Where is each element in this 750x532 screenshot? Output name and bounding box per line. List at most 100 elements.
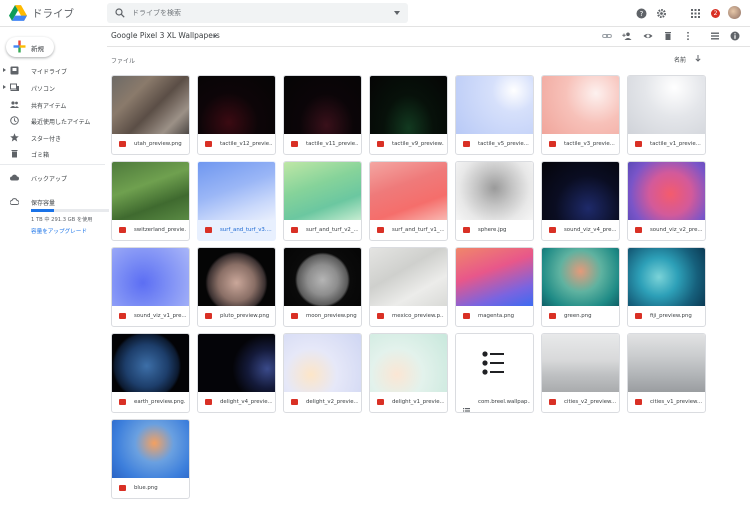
file-thumbnail[interactable] xyxy=(112,420,189,478)
link-icon[interactable] xyxy=(602,31,612,41)
file-card[interactable]: sound_viz_v4_pre... xyxy=(541,161,620,241)
sidebar-item-trash[interactable]: ゴミ箱 xyxy=(0,146,105,161)
new-button[interactable]: 新規 xyxy=(6,37,54,57)
file-name: blue.png xyxy=(134,485,158,491)
file-thumbnail[interactable] xyxy=(198,76,275,134)
image-file-icon xyxy=(291,227,298,233)
file-card[interactable]: tactile_v1_previe... xyxy=(627,75,706,155)
file-card[interactable]: delight_v1_previe... xyxy=(369,333,448,413)
sidebar-item-recent[interactable]: 最近使用したアイテム xyxy=(0,113,105,128)
file-card[interactable]: surf_and_turf_v1_... xyxy=(369,161,448,241)
file-thumbnail[interactable] xyxy=(370,162,447,220)
file-card[interactable]: mexico_preview.p... xyxy=(369,247,448,327)
file-thumbnail[interactable] xyxy=(370,248,447,306)
file-card[interactable]: com.breel.wallpap... xyxy=(455,333,534,413)
file-thumbnail[interactable] xyxy=(628,248,705,306)
file-caption: mexico_preview.p... xyxy=(370,306,447,326)
file-thumbnail[interactable] xyxy=(456,248,533,306)
file-card[interactable]: tactile_v9_preview... xyxy=(369,75,448,155)
file-card[interactable]: surf_and_turf_v2_... xyxy=(283,161,362,241)
file-card[interactable]: blue.png xyxy=(111,419,190,499)
file-thumbnail[interactable] xyxy=(542,248,619,306)
my-drive-icon xyxy=(10,66,19,75)
file-card[interactable]: cities_v1_preview... xyxy=(627,333,706,413)
file-thumbnail[interactable] xyxy=(112,162,189,220)
file-thumbnail[interactable] xyxy=(112,248,189,306)
file-thumbnail[interactable] xyxy=(542,334,619,392)
image-file-icon xyxy=(119,399,126,405)
apps-grid-icon[interactable] xyxy=(690,8,701,19)
sidebar-item-backup[interactable]: バックアップ xyxy=(0,170,105,185)
file-card[interactable]: tactile_v11_previe... xyxy=(283,75,362,155)
file-thumbnail[interactable] xyxy=(198,248,275,306)
file-thumbnail[interactable] xyxy=(284,334,361,392)
info-icon[interactable] xyxy=(730,31,740,41)
image-file-icon xyxy=(549,313,556,319)
sidebar-item-computers[interactable]: パソコン xyxy=(0,80,105,95)
sidebar-item-starred[interactable]: スター付き xyxy=(0,130,105,145)
expand-arrow-icon[interactable] xyxy=(3,68,6,72)
file-card[interactable]: magenta.png xyxy=(455,247,534,327)
settings-icon[interactable] xyxy=(656,8,667,19)
add-person-icon[interactable] xyxy=(622,31,632,41)
drive-logo-icon[interactable] xyxy=(9,5,27,21)
preview-eye-icon[interactable] xyxy=(643,31,653,41)
file-thumbnail[interactable] xyxy=(198,162,275,220)
file-card[interactable]: fiji_preview.png xyxy=(627,247,706,327)
file-card[interactable]: delight_v2_previe... xyxy=(283,333,362,413)
file-card[interactable]: utah_preview.png xyxy=(111,75,190,155)
sort-direction-icon[interactable] xyxy=(694,54,702,62)
file-card[interactable]: earth_preview.png... xyxy=(111,333,190,413)
more-options-icon[interactable] xyxy=(683,31,693,41)
image-file-icon xyxy=(291,399,298,405)
expand-arrow-icon[interactable] xyxy=(3,85,6,89)
file-card[interactable]: delight_v4_previe... xyxy=(197,333,276,413)
notification-badge[interactable]: 2 xyxy=(711,9,720,18)
file-thumbnail[interactable] xyxy=(370,76,447,134)
file-thumbnail[interactable] xyxy=(628,334,705,392)
help-icon[interactable]: ? xyxy=(636,8,647,19)
search-input[interactable]: ドライブを検索 xyxy=(132,8,181,18)
file-card[interactable]: cities_v2_preview... xyxy=(541,333,620,413)
trash-icon[interactable] xyxy=(663,31,673,41)
file-thumbnail[interactable] xyxy=(112,334,189,392)
file-card[interactable]: sound_viz_v1_pre... xyxy=(111,247,190,327)
file-card[interactable]: surf_and_turf_v3.... xyxy=(197,161,276,241)
sidebar-item-my-drive[interactable]: マイドライブ xyxy=(0,63,105,78)
sidebar-item-shared[interactable]: 共有アイテム xyxy=(0,97,105,112)
list-view-icon[interactable] xyxy=(710,31,720,41)
file-card[interactable]: green.png xyxy=(541,247,620,327)
search-box[interactable]: ドライブを検索 xyxy=(107,3,408,23)
file-card[interactable]: moon_preview.png xyxy=(283,247,362,327)
sort-by-name-button[interactable]: 名前 xyxy=(674,55,686,64)
file-card[interactable]: sphere.jpg xyxy=(455,161,534,241)
file-name: cities_v1_preview... xyxy=(650,399,702,405)
breadcrumb[interactable]: Google Pixel 3 XL Wallpapers xyxy=(111,31,220,40)
file-thumbnail[interactable] xyxy=(284,248,361,306)
file-thumbnail[interactable] xyxy=(542,162,619,220)
sidebar-item-storage[interactable]: 保存容量 xyxy=(0,194,105,209)
file-thumbnail[interactable] xyxy=(284,76,361,134)
file-thumbnail[interactable] xyxy=(284,162,361,220)
avatar[interactable] xyxy=(728,6,741,19)
file-thumbnail[interactable] xyxy=(542,76,619,134)
breadcrumb-dropdown-icon[interactable] xyxy=(213,35,217,38)
file-thumbnail[interactable] xyxy=(456,162,533,220)
search-options-icon[interactable] xyxy=(394,11,400,15)
search-icon[interactable] xyxy=(115,8,125,18)
file-thumbnail[interactable] xyxy=(628,76,705,134)
file-thumbnail[interactable] xyxy=(112,76,189,134)
file-card[interactable]: switzerland_previe... xyxy=(111,161,190,241)
file-card[interactable]: pluto_preview.png xyxy=(197,247,276,327)
file-thumbnail[interactable] xyxy=(628,162,705,220)
file-card[interactable]: sound_viz_v2_pre... xyxy=(627,161,706,241)
image-file-icon xyxy=(463,313,470,319)
upgrade-storage-link[interactable]: 容量をアップグレード xyxy=(31,227,87,235)
file-thumbnail[interactable] xyxy=(198,334,275,392)
file-thumbnail[interactable] xyxy=(370,334,447,392)
file-thumbnail[interactable] xyxy=(456,334,533,392)
file-card[interactable]: tactile_v12_previe... xyxy=(197,75,276,155)
file-thumbnail[interactable] xyxy=(456,76,533,134)
file-card[interactable]: tactile_v3_previe... xyxy=(541,75,620,155)
file-card[interactable]: tactile_v5_previe... xyxy=(455,75,534,155)
